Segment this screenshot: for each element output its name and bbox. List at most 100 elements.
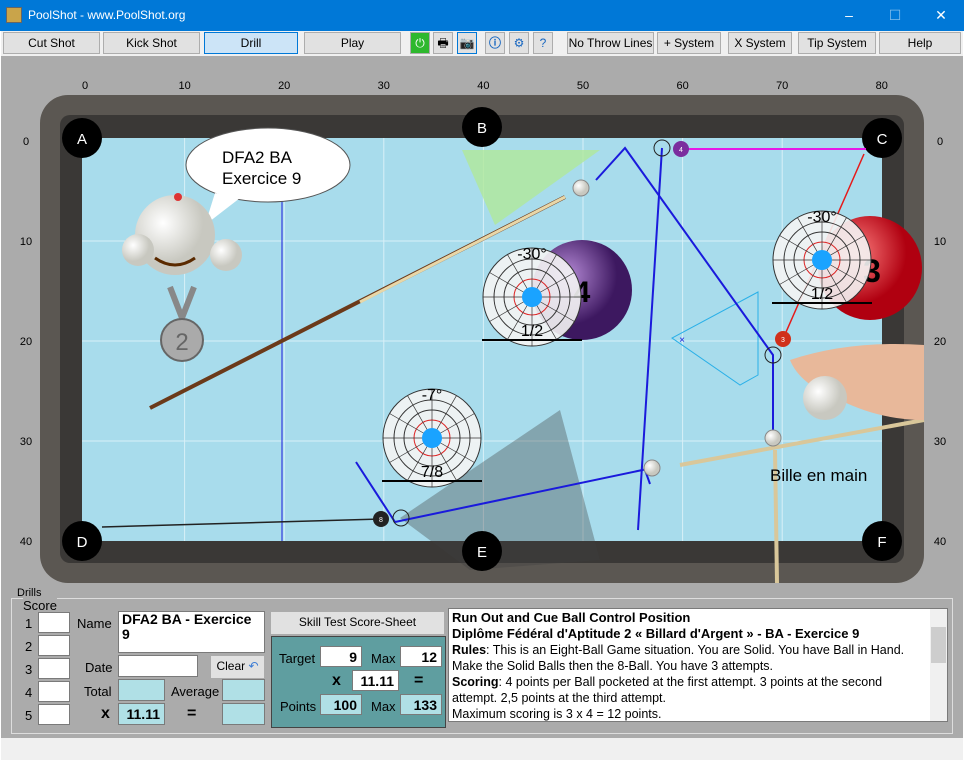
title-bar: PoolShot - www.PoolShot.org – ☐ ✕: [0, 0, 964, 31]
toolbar: Cut Shot Kick Shot Drill Play ⏻ 🖶 📷 ⓘ ⚙ …: [1, 31, 963, 56]
x-tick-label: 70: [776, 80, 788, 92]
points-label: Points: [280, 699, 317, 714]
desc-title: Run Out and Cue Ball Control Position: [452, 610, 691, 625]
clear-label: Clear: [216, 659, 246, 673]
pocket-label: A: [77, 131, 87, 148]
average-label: Average: [171, 684, 220, 699]
table-area[interactable]: × 0 10 20 30 40 50 60 70 80 0 0 10 10 20 20 30 30 40 40 A B…: [1, 56, 963, 590]
score-group-label: Score: [23, 598, 57, 613]
print-icon[interactable]: 🖶: [433, 32, 453, 54]
cut-shot-button[interactable]: Cut Shot: [3, 32, 100, 54]
plus-system-button[interactable]: + System: [657, 32, 721, 54]
y-tick-label: 40: [20, 536, 32, 548]
target-label: Target: [279, 651, 316, 666]
play-button[interactable]: Play: [304, 32, 401, 54]
svg-text:8: 8: [379, 517, 383, 524]
pool-table[interactable]: × 0 10 20 30 40 50 60 70 80 0 0 10 10 20 20 30 30 40 40 A B…: [1, 56, 963, 590]
drill-description[interactable]: Run Out and Cue Ball Control Position Di…: [448, 608, 948, 722]
scoring-text: : 4 points per Ball pocketed at the firs…: [452, 675, 883, 705]
date-label: Date: [85, 660, 113, 675]
attempt-score-field[interactable]: [38, 681, 70, 702]
attempt-score-field[interactable]: [38, 658, 70, 679]
y-tick-label: 0: [23, 136, 29, 148]
info-icon[interactable]: ⓘ: [485, 32, 505, 54]
name-label: Name: [77, 616, 112, 631]
max-label: Max: [371, 651, 396, 666]
power-icon[interactable]: ⏻: [410, 32, 430, 54]
pocket-label: E: [477, 544, 487, 561]
average-field: [222, 679, 265, 701]
window-title: PoolShot - www.PoolShot.org: [28, 8, 186, 22]
factor-field: 11.11: [118, 703, 165, 725]
undo-icon: ↶: [248, 659, 259, 673]
max-field[interactable]: 12: [400, 646, 442, 667]
x-tick-label: 40: [477, 80, 489, 92]
x-tick-label: 50: [577, 80, 589, 92]
camera-icon[interactable]: 📷: [457, 32, 477, 54]
pocket-label: C: [877, 131, 888, 148]
kick-shot-button[interactable]: Kick Shot: [103, 32, 200, 54]
total-label: Total: [84, 684, 112, 699]
pocket-label: F: [877, 534, 886, 551]
close-button[interactable]: ✕: [918, 0, 964, 31]
pocket-label: B: [477, 120, 487, 137]
fraction-label: 7/8: [421, 464, 443, 481]
x-tick-label: 20: [278, 80, 290, 92]
equals-sign: =: [187, 705, 197, 722]
app-icon: [6, 7, 22, 23]
drill-button[interactable]: Drill: [204, 32, 298, 54]
rules-text: : This is an Eight-Ball Game situation. …: [452, 643, 905, 673]
cue-ball: [572, 179, 590, 197]
result-field: [222, 703, 265, 725]
fraction-label: 1/2: [521, 323, 543, 340]
attempt-score-field[interactable]: [38, 635, 70, 656]
points-max-field: 133: [400, 694, 442, 715]
fraction-label: 1/2: [811, 286, 833, 303]
bubble-line-1: DFA2 BA: [222, 148, 293, 167]
attempt-score-field[interactable]: [38, 612, 70, 633]
x-tick-label: 0: [82, 80, 88, 92]
maximize-button[interactable]: ☐: [872, 0, 918, 31]
y-tick-label: 10: [934, 236, 946, 248]
x-tick-label: 60: [676, 80, 688, 92]
date-field[interactable]: [118, 655, 198, 677]
minimize-button[interactable]: –: [826, 0, 872, 31]
x-tick-label: 80: [876, 80, 888, 92]
description-scrollbar[interactable]: [930, 609, 947, 721]
y-tick-label: 0: [937, 136, 943, 148]
attempt-number: 5: [25, 708, 33, 723]
attempt-number: 1: [25, 616, 33, 631]
no-throw-lines-button[interactable]: No Throw Lines: [567, 32, 654, 54]
attempt-number: 2: [25, 639, 33, 654]
help-button[interactable]: Help: [879, 32, 961, 54]
attempt-score-field[interactable]: [38, 704, 70, 725]
total-field: [118, 679, 165, 701]
y-tick-label: 30: [934, 436, 946, 448]
settings-icon[interactable]: ⚙: [509, 32, 529, 54]
pocket-label: D: [77, 534, 88, 551]
desc-subtitle: Diplôme Fédéral d'Aptitude 2 « Billard d…: [452, 626, 860, 641]
bubble-line-2: Exercice 9: [222, 169, 301, 188]
max-scoring-text: Maximum scoring is 3 x 4 = 12 points.: [452, 707, 662, 721]
x-system-button[interactable]: X System: [728, 32, 792, 54]
points-max-label: Max: [371, 699, 396, 714]
cue-ball-in-hand: [803, 376, 847, 420]
clear-button[interactable]: Clear ↶: [211, 656, 264, 678]
angle-label: -7°: [422, 387, 443, 404]
help-document-icon[interactable]: ?: [533, 32, 553, 54]
cue-ball: [764, 429, 782, 447]
angle-label: -30°: [807, 209, 837, 226]
x-tick-label: 30: [378, 80, 390, 92]
svg-text:4: 4: [679, 147, 683, 154]
svg-text:3: 3: [781, 337, 785, 344]
scoring-label: Scoring: [452, 675, 499, 689]
y-tick-label: 10: [20, 236, 32, 248]
target-field[interactable]: 9: [320, 646, 362, 667]
multiplier-field[interactable]: 11.11: [352, 670, 399, 691]
status-bar: [1, 738, 963, 760]
svg-text:2: 2: [175, 329, 188, 356]
name-field[interactable]: DFA2 BA - Exercice 9: [118, 611, 265, 653]
svg-text:×: ×: [679, 335, 685, 346]
tip-system-button[interactable]: Tip System: [798, 32, 876, 54]
skill-test-score-sheet-button[interactable]: Skill Test Score-Sheet: [271, 612, 444, 634]
